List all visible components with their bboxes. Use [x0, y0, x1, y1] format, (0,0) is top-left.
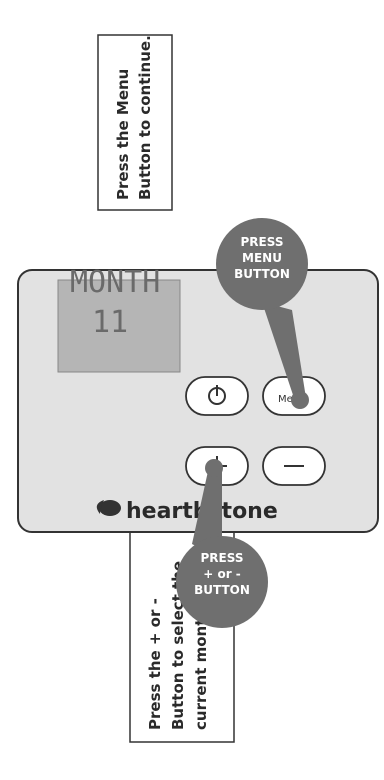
- lcd-line-month: MONTH: [70, 265, 160, 300]
- menu-instruction-line-2: Button to continue.: [136, 35, 154, 200]
- minus-button[interactable]: [262, 446, 326, 486]
- plusminus-bubble-line-1: PRESS: [201, 551, 244, 565]
- power-button[interactable]: [185, 376, 249, 416]
- menu-bubble: PRESS MENU BUTTON: [216, 218, 308, 310]
- plusminus-bubble-line-2: + or -: [203, 567, 241, 581]
- menu-instruction-line-1: Press the Menu: [114, 69, 132, 200]
- plusminus-instruction-line-1: Press the + or -: [146, 598, 164, 730]
- lcd-display: MONTH 11: [57, 265, 181, 373]
- remote-control: MONTH 11 Menu: [17, 265, 379, 533]
- plusminus-bubble-line-3: BUTTON: [194, 583, 250, 597]
- menu-instruction-box: Press the Menu Button to continue.: [97, 34, 173, 211]
- menu-bubble-line-3: BUTTON: [234, 267, 290, 281]
- lcd-line-value: 11: [92, 305, 128, 340]
- menu-bubble-line-1: PRESS: [241, 235, 284, 249]
- instruction-diagram: Press the Menu Button to continue. Press…: [0, 0, 384, 780]
- rotated-diagram-frame: Press the Menu Button to continue. Press…: [0, 0, 384, 780]
- diagram-canvas: Press the Menu Button to continue. Press…: [17, 34, 379, 743]
- menu-bubble-line-2: MENU: [242, 251, 282, 265]
- plusminus-bubble: PRESS + or - BUTTON: [176, 536, 268, 628]
